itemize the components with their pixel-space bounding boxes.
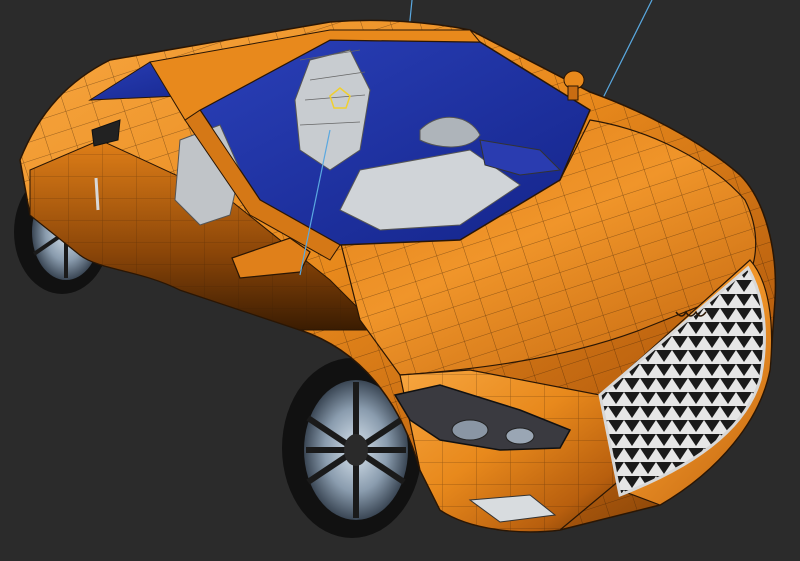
render-viewport	[0, 0, 800, 561]
door-handle	[94, 177, 100, 211]
car-wireframe-render	[0, 0, 800, 561]
